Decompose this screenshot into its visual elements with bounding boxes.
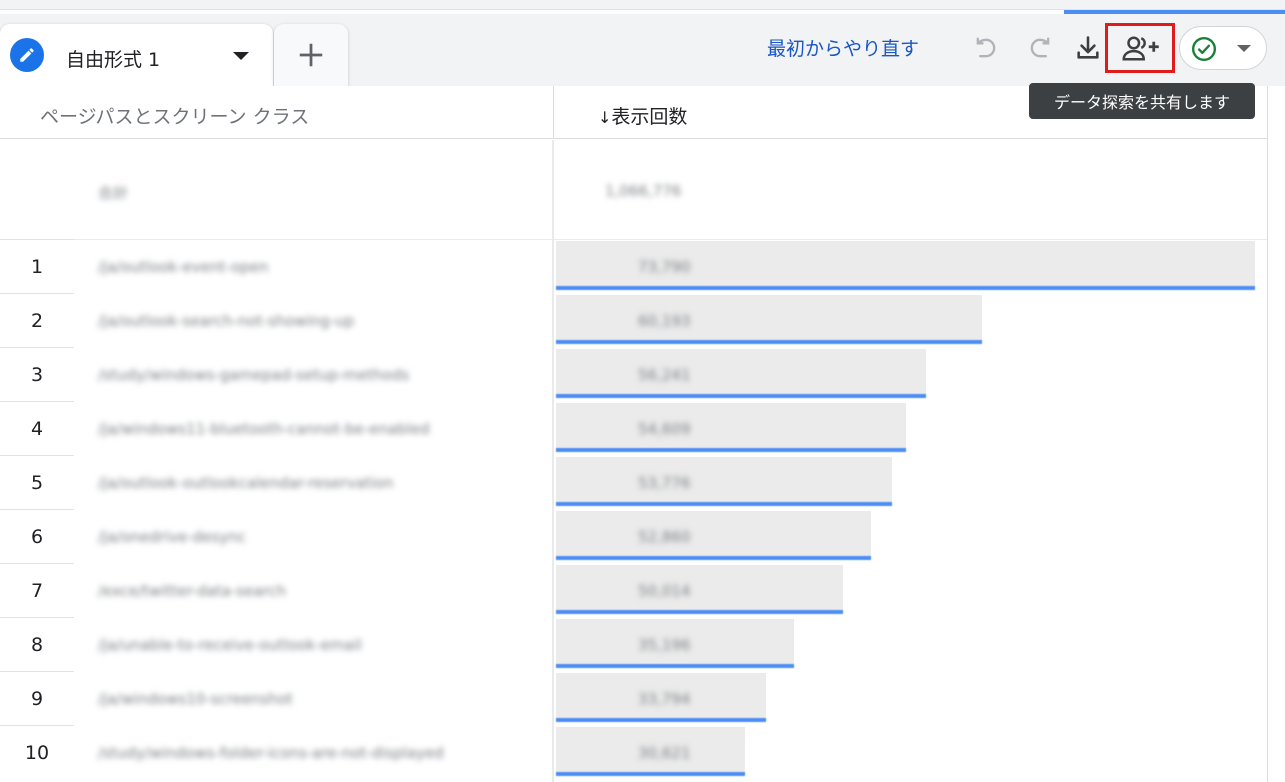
- totals-row: 合計 1,066,776: [0, 140, 1267, 240]
- row-bar-line: [556, 448, 906, 452]
- plus-icon: [299, 43, 323, 67]
- tab-freeform[interactable]: 自由形式 1: [0, 24, 273, 86]
- table-row[interactable]: 9/ja/windows10-screenshot 33,794: [0, 671, 1267, 725]
- row-bar-line: [556, 772, 745, 776]
- row-number: 7: [0, 563, 74, 617]
- row-bar-line: [556, 556, 871, 560]
- table-row[interactable]: 6/ja/onedrive-desync 52,860: [0, 509, 1267, 563]
- data-table: ページパスとスクリーン クラス ↓表示回数 合計 1,066,776 1/ja/…: [0, 86, 1285, 782]
- row-bar-line: [556, 610, 843, 614]
- restart-link[interactable]: 最初からやり直す: [767, 34, 919, 61]
- save-status-dropdown[interactable]: [1179, 26, 1267, 70]
- table-row[interactable]: 7/exce/twitter-data-search 50,014: [0, 563, 1267, 617]
- tab-bar: 自由形式 1 最初からやり直す: [0, 14, 1285, 86]
- row-dimension-value[interactable]: /ja/outlook-search-not-showing-up: [98, 312, 354, 330]
- share-highlight-box: [1105, 23, 1175, 73]
- row-bar: [556, 349, 926, 397]
- row-bar-line: [556, 664, 794, 668]
- table-row[interactable]: 10/study/windows-folder-icons-are-not-di…: [0, 725, 1267, 779]
- row-number: 8: [0, 617, 74, 671]
- row-metric-value: 30,621: [638, 744, 691, 762]
- download-icon: [1077, 36, 1099, 59]
- row-bar: [556, 457, 892, 505]
- row-metric-value: 73,790: [638, 258, 691, 276]
- caret-down-icon[interactable]: [233, 52, 249, 60]
- total-value: 1,066,776: [605, 182, 682, 200]
- row-dimension-value[interactable]: /ja/unable-to-receive-outlook-email: [98, 636, 362, 654]
- sort-arrow-icon: ↓: [598, 108, 612, 127]
- row-dimension-value[interactable]: /ja/onedrive-desync: [98, 528, 246, 546]
- row-bar: [556, 403, 906, 451]
- metric-header-label: ↓表示回数: [598, 102, 687, 129]
- undo-button[interactable]: [966, 28, 1006, 68]
- metric-name: 表示回数: [611, 106, 688, 128]
- row-number: 1: [0, 239, 74, 293]
- dimension-header-label: ページパスとスクリーン クラス: [40, 106, 310, 128]
- redo-icon: [1030, 37, 1050, 58]
- table-row[interactable]: 5/ja/outlook-outlookcalendar-reservation…: [0, 455, 1267, 509]
- row-metric-value: 60,193: [638, 312, 691, 330]
- row-number: 6: [0, 509, 74, 563]
- row-bar-line: [556, 340, 982, 344]
- row-bar: [556, 295, 982, 343]
- row-bar-line: [556, 394, 926, 398]
- row-bar: [556, 511, 871, 559]
- table-row[interactable]: 4/ja/windows11-bluetooth-cannot-be-enabl…: [0, 401, 1267, 455]
- row-bar-line: [556, 502, 892, 506]
- row-bar: [556, 565, 843, 613]
- table-right-edge: [1267, 86, 1285, 782]
- row-number: 9: [0, 671, 74, 725]
- total-label: 合計: [98, 184, 129, 202]
- row-number: 4: [0, 401, 74, 455]
- row-dimension-value[interactable]: /ja/outlook-outlookcalendar-reservation: [98, 474, 393, 492]
- check-circle-icon: [1191, 36, 1217, 62]
- table-row[interactable]: 1/ja/outlook-event-open 73,790: [0, 239, 1267, 293]
- row-metric-value: 56,241: [638, 366, 691, 384]
- add-tab-button[interactable]: [274, 24, 348, 86]
- row-metric-value: 35,196: [638, 636, 691, 654]
- row-number: 10: [0, 725, 74, 779]
- row-metric-value: 33,794: [638, 690, 691, 708]
- table-row[interactable]: 2/ja/outlook-search-not-showing-up 60,193: [0, 293, 1267, 347]
- top-strip: [0, 0, 1285, 10]
- row-dimension-value[interactable]: /study/windows-folder-icons-are-not-disp…: [98, 744, 444, 762]
- row-metric-value: 53,776: [638, 474, 691, 492]
- row-dimension-value[interactable]: /study/windows-gamepad-setup-methods: [98, 366, 409, 384]
- tab-label: 自由形式 1: [66, 49, 161, 71]
- dimension-header[interactable]: ページパスとスクリーン クラス: [0, 86, 553, 139]
- row-metric-value: 54,609: [638, 420, 691, 438]
- table-row[interactable]: 8/ja/unable-to-receive-outlook-email 35,1…: [0, 617, 1267, 671]
- download-button[interactable]: [1068, 28, 1108, 68]
- caret-down-icon: [1237, 45, 1251, 52]
- row-dimension-value[interactable]: /ja/outlook-event-open: [98, 258, 269, 276]
- pencil-icon: [10, 38, 44, 72]
- row-bar-line: [556, 286, 1255, 290]
- row-number: 3: [0, 347, 74, 401]
- table-row[interactable]: 3/study/windows-gamepad-setup-methods 56,…: [0, 347, 1267, 401]
- row-number: 2: [0, 293, 74, 347]
- redo-button[interactable]: [1020, 28, 1060, 68]
- row-number: 5: [0, 455, 74, 509]
- row-dimension-value[interactable]: /ja/windows11-bluetooth-cannot-be-enable…: [98, 420, 430, 438]
- share-tooltip: データ探索を共有します: [1029, 83, 1255, 119]
- undo-icon: [976, 37, 996, 58]
- row-metric-value: 52,860: [638, 528, 691, 546]
- row-dimension-value[interactable]: /ja/windows10-screenshot: [98, 690, 293, 708]
- row-dimension-value[interactable]: /exce/twitter-data-search: [98, 582, 286, 600]
- row-metric-value: 50,014: [638, 582, 691, 600]
- row-bar-line: [556, 718, 766, 722]
